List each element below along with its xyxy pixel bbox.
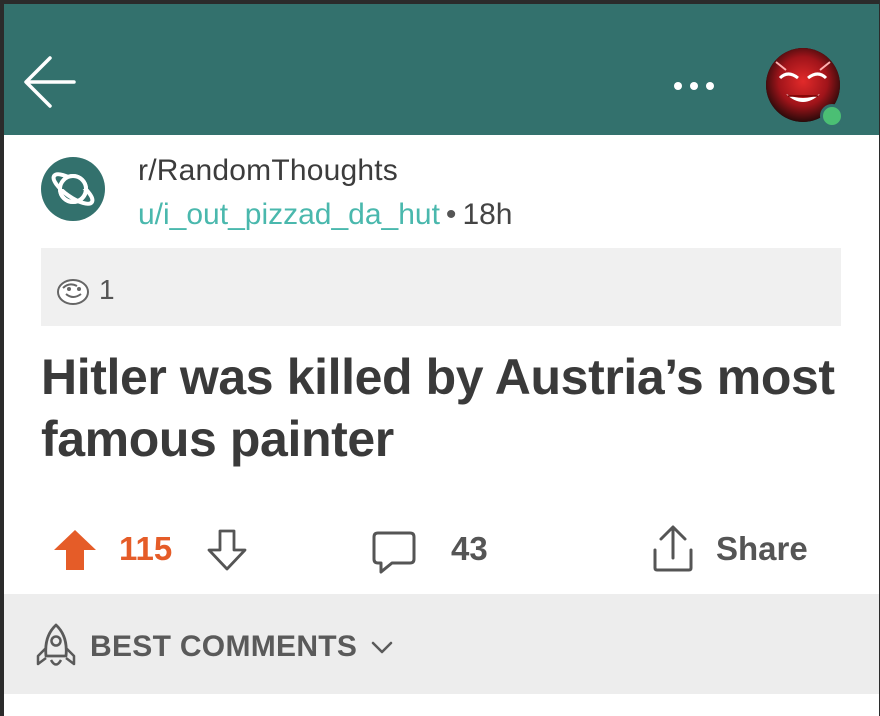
rocket-icon <box>36 623 76 666</box>
award-count: 1 <box>99 274 115 305</box>
awards-bar[interactable]: 1 <box>41 248 841 326</box>
arrow-up-filled-icon <box>54 530 96 570</box>
subreddit-name[interactable]: r/RandomThoughts <box>138 154 398 188</box>
online-status-icon <box>820 104 844 128</box>
comments-sort-bar: BEST COMMENTS <box>4 594 879 694</box>
arrow-down-outline-icon <box>207 529 247 571</box>
comments-button[interactable] <box>370 528 418 576</box>
meta-separator: • <box>445 198 457 231</box>
sort-comments-button[interactable]: BEST COMMENTS <box>34 622 404 672</box>
dot-icon <box>674 82 682 90</box>
back-button[interactable] <box>22 54 80 110</box>
post-time: 18h <box>462 198 513 231</box>
downvote-button[interactable] <box>205 528 249 572</box>
share-label[interactable]: Share <box>716 530 808 568</box>
share-icon <box>653 525 693 572</box>
user-avatar-button[interactable] <box>766 48 844 128</box>
comment-bubble-icon <box>372 531 416 574</box>
more-options-button[interactable] <box>672 80 716 92</box>
subreddit-icon[interactable] <box>41 157 105 221</box>
author-username[interactable]: u/i_out_pizzad_da_hut <box>138 198 440 231</box>
post-meta: u/i_out_pizzad_da_hut • 18h <box>138 198 513 232</box>
app-frame: r/RandomThoughts u/i_out_pizzad_da_hut • 1… <box>4 4 879 716</box>
chevron-down-icon <box>371 641 393 654</box>
comment-count: 43 <box>451 530 488 567</box>
arrow-left-icon <box>24 56 76 108</box>
planet-icon <box>41 157 105 221</box>
vote-score: 115 <box>119 530 173 567</box>
award-icon <box>57 279 89 305</box>
sort-label: BEST COMMENTS <box>90 630 358 663</box>
dot-icon <box>706 82 714 90</box>
share-button[interactable] <box>649 524 697 574</box>
post-title: Hitler was killed by Austria’s most famo… <box>41 349 835 467</box>
dot-icon <box>690 82 698 90</box>
upvote-button[interactable] <box>52 528 98 572</box>
top-bar <box>4 4 879 135</box>
